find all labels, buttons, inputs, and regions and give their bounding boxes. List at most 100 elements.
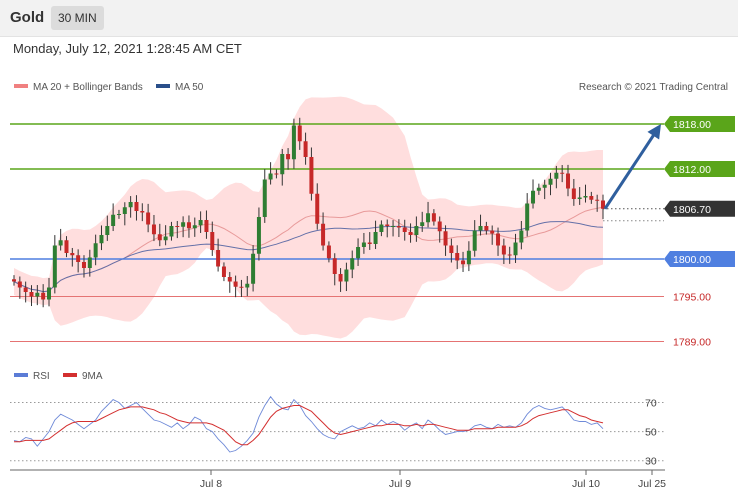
candle-down — [70, 253, 75, 256]
ma9-legend-swatch — [63, 373, 77, 377]
candle-down — [437, 221, 442, 232]
candle-down — [560, 172, 565, 174]
candle-up — [472, 230, 477, 251]
candle-down — [221, 266, 226, 277]
candle-down — [589, 196, 594, 200]
price-chart: MA 20 + Bollinger Bands MA 50 Research ©… — [10, 82, 735, 490]
candle-down — [186, 222, 191, 229]
candle-up — [577, 197, 582, 199]
candle-down — [12, 279, 16, 282]
candle-up — [116, 214, 121, 215]
level-label-1806.70: 1806.70 — [673, 204, 711, 216]
x-tick-label-Jul-10: Jul 10 — [572, 478, 600, 490]
x-tick-label-Jul-8: Jul 8 — [200, 478, 222, 490]
candle-down — [175, 226, 180, 227]
candle-down — [396, 226, 401, 228]
rsi-legend-swatch — [14, 373, 28, 377]
rsi-legend-label: RSI — [33, 371, 50, 382]
candle-up — [169, 226, 174, 237]
candle-up — [391, 226, 396, 227]
candle-down — [385, 224, 390, 226]
candle-up — [291, 125, 296, 160]
candle-down — [595, 199, 600, 201]
ma50-legend-label: MA 50 — [175, 82, 204, 93]
candle-down — [367, 242, 372, 244]
ma50-legend-swatch — [156, 84, 170, 88]
candle-up — [478, 226, 483, 231]
candle-up — [548, 178, 553, 185]
candle-down — [338, 274, 343, 282]
candle-up — [128, 202, 133, 208]
candle-down — [151, 224, 156, 235]
ma20-legend-label: MA 20 + Bollinger Bands — [33, 82, 143, 93]
candle-down — [204, 220, 209, 232]
candle-down — [227, 277, 232, 282]
level-label-1818.00: 1818.00 — [673, 119, 711, 131]
candle-down — [286, 154, 291, 160]
candle-up — [251, 253, 256, 284]
candle-down — [501, 245, 506, 255]
candle-up — [356, 247, 361, 259]
candle-down — [408, 232, 413, 235]
candle-up — [542, 184, 547, 188]
forecast-arrow-line — [603, 132, 657, 210]
rsi-panel: 30 50 70 — [10, 395, 664, 468]
ma9-legend-label: 9MA — [82, 371, 103, 382]
candle-down — [274, 173, 279, 175]
candle-down — [490, 230, 495, 234]
candle-down — [29, 292, 34, 297]
candle-up — [268, 173, 273, 180]
candle-up — [87, 257, 92, 268]
candle-down — [455, 253, 460, 261]
candle-up — [93, 243, 98, 258]
candle-down — [140, 211, 145, 213]
candle-up — [181, 222, 186, 227]
ma20-legend-swatch — [14, 84, 28, 88]
candle-down — [157, 234, 162, 241]
rsi-ma9-line — [14, 405, 604, 446]
candle-up — [536, 187, 541, 191]
rsi-tick-50: 50 — [645, 427, 657, 439]
candle-up — [99, 235, 104, 244]
candle-up — [58, 240, 63, 246]
candle-down — [484, 226, 489, 231]
candle-down — [17, 281, 22, 288]
rsi-tick-30: 30 — [645, 456, 657, 468]
candle-down — [76, 255, 81, 262]
candle-down — [81, 262, 86, 268]
candle-down — [431, 213, 436, 222]
candle-up — [122, 207, 127, 214]
candle-down — [303, 141, 308, 157]
candle-down — [239, 286, 244, 288]
candle-down — [297, 125, 302, 142]
candle-up — [373, 232, 378, 244]
candle-down — [507, 254, 512, 256]
candle-up — [513, 242, 518, 256]
candle-down — [571, 188, 576, 199]
candle-down — [332, 258, 337, 274]
main-plot — [10, 96, 664, 342]
candle-up — [420, 222, 425, 226]
candle-up — [105, 226, 110, 235]
candle-up — [198, 220, 203, 226]
candle-down — [402, 227, 407, 232]
level-label-1795.00: 1795.00 — [673, 292, 711, 304]
candle-up — [554, 172, 559, 179]
candle-up — [531, 190, 536, 204]
level-label-1812.00: 1812.00 — [673, 164, 711, 176]
time-axis: Jul 8 Jul 9 Jul 10 Jul 25 — [10, 469, 666, 490]
forecast-arrow-head — [647, 124, 661, 140]
candle-up — [256, 217, 261, 254]
bollinger-band — [14, 96, 603, 339]
candle-up — [245, 283, 250, 288]
candle-up — [350, 258, 355, 270]
candle-up — [280, 154, 285, 175]
level-label-1800.00: 1800.00 — [673, 254, 711, 266]
candle-down — [216, 250, 221, 267]
candle-up — [344, 269, 349, 282]
candle-up — [52, 245, 57, 288]
candle-up — [35, 292, 40, 297]
candle-up — [361, 242, 366, 247]
candle-down — [233, 281, 238, 287]
candle-down — [309, 157, 314, 194]
